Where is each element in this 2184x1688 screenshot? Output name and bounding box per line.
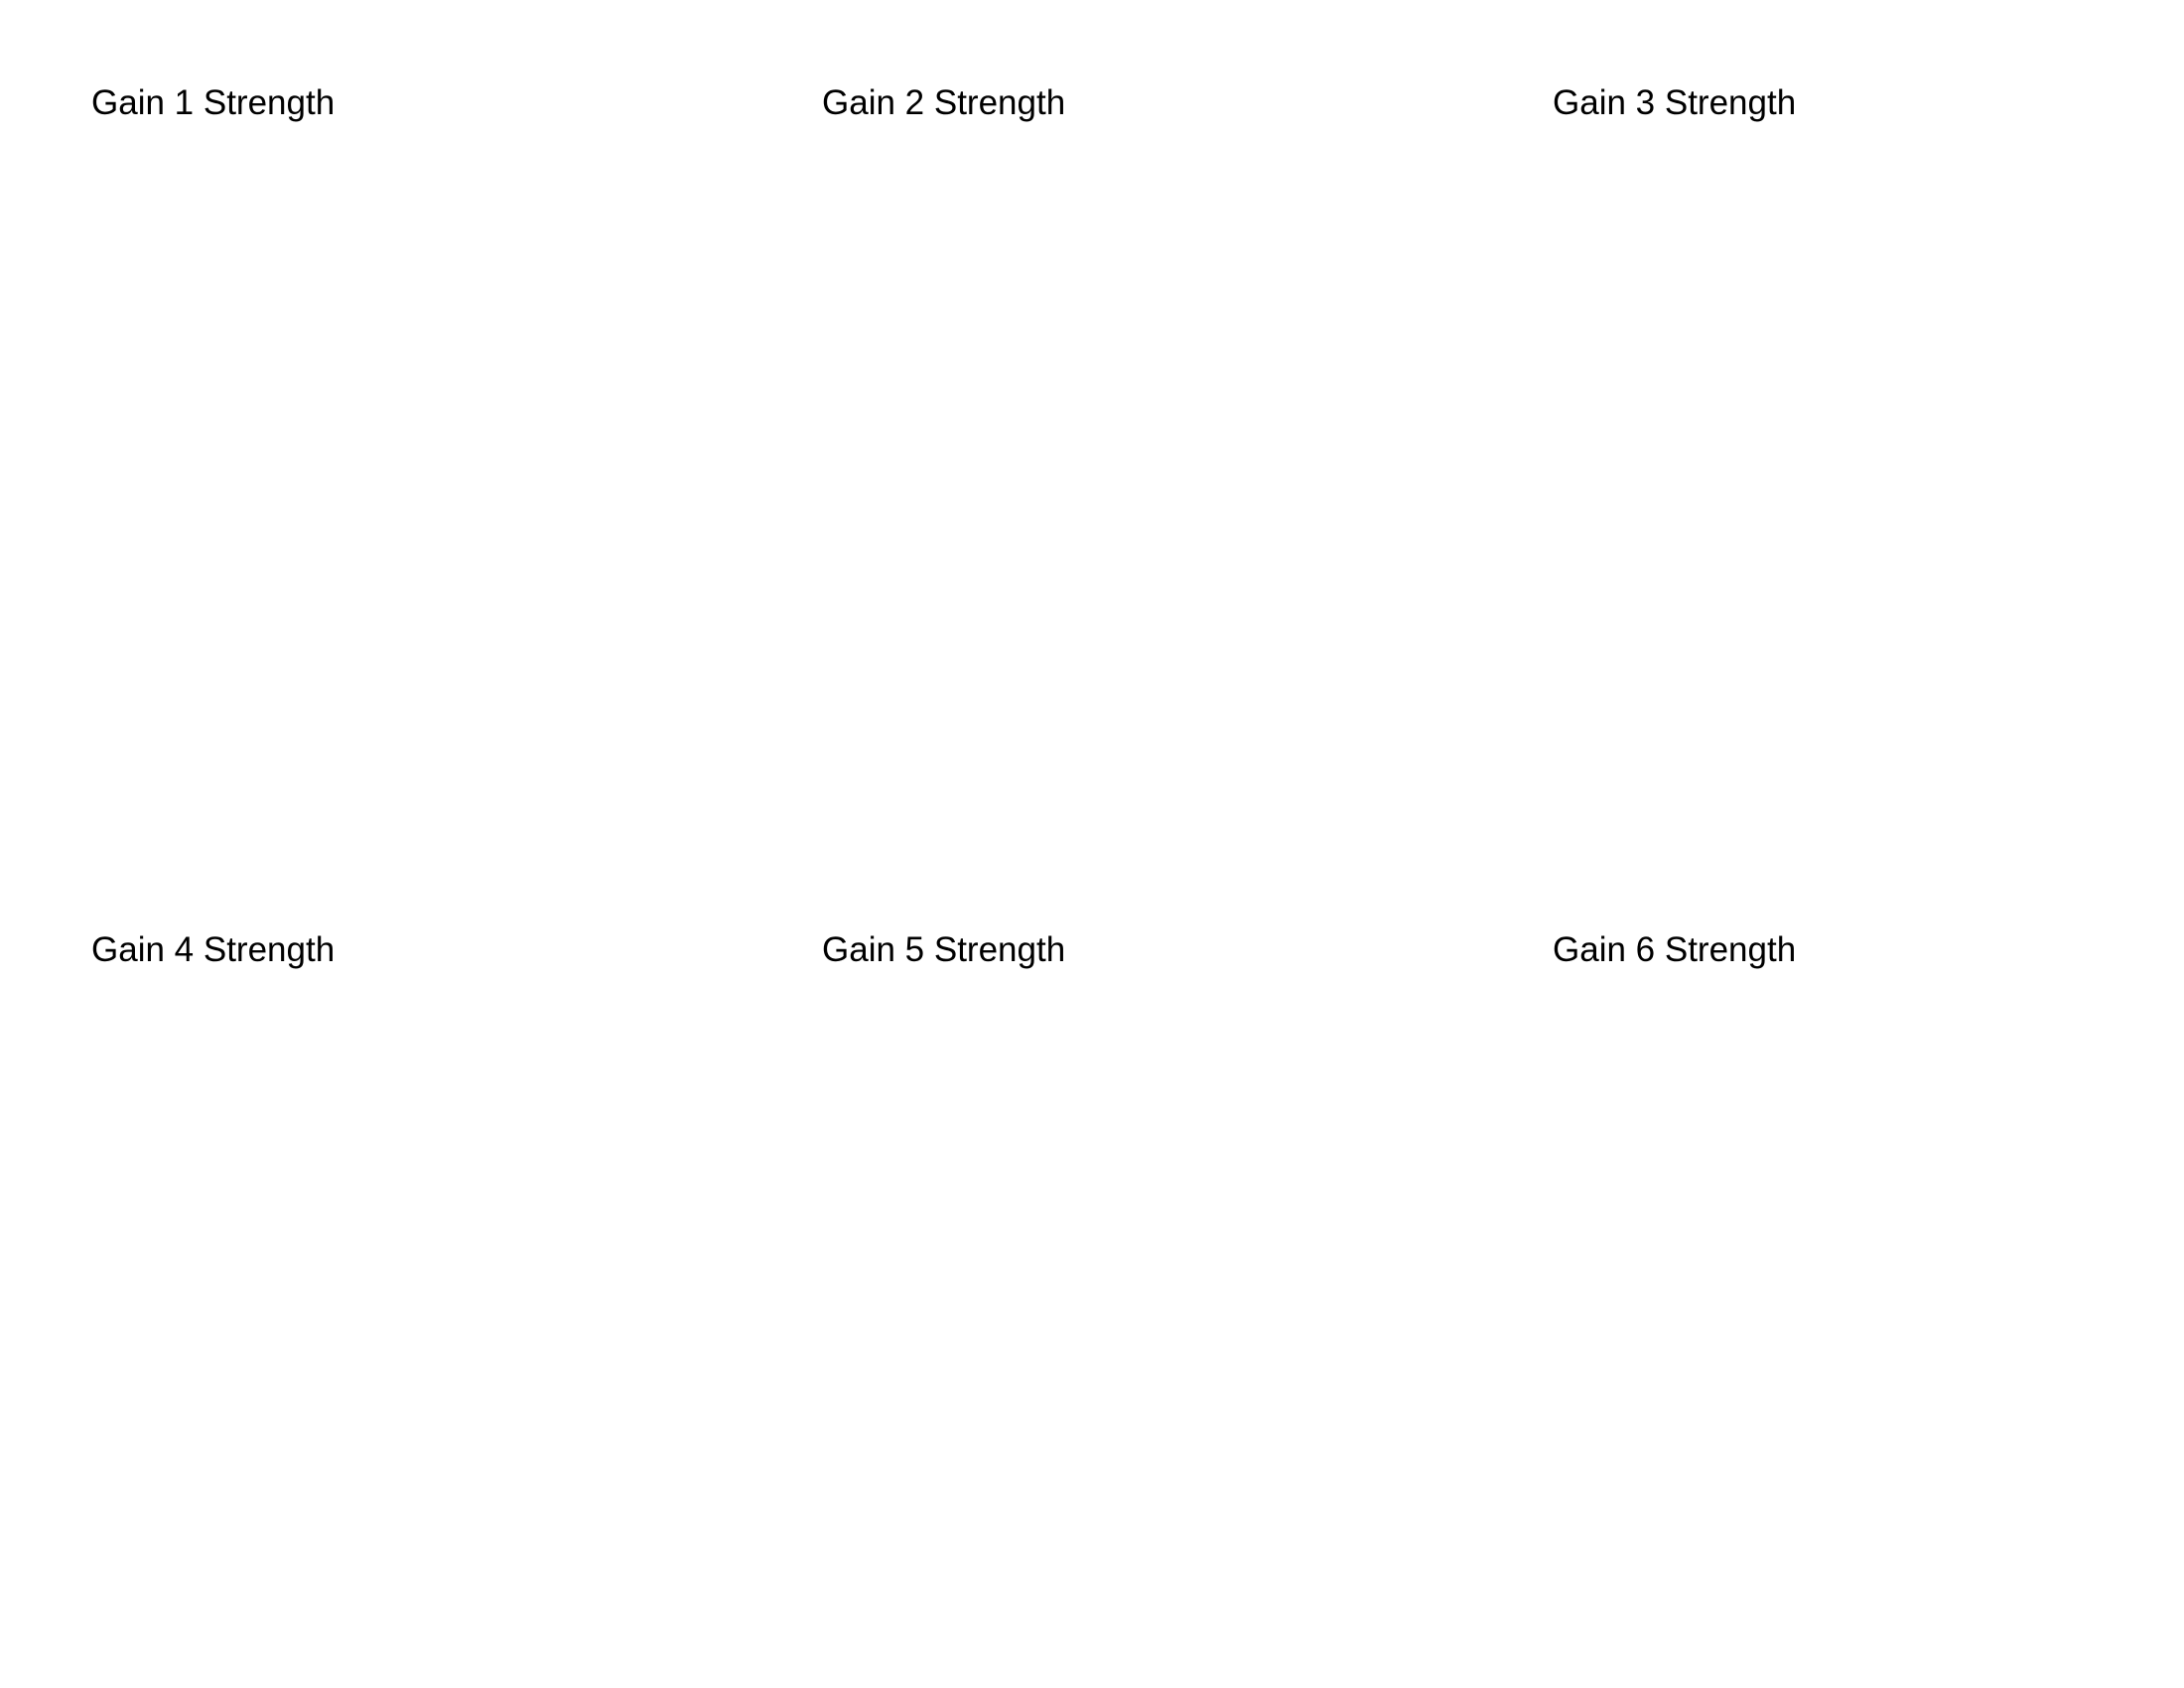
plot-area [1553, 141, 2184, 836]
chart-title: Gain 1 Strength [91, 83, 336, 122]
plot-area [1553, 988, 2184, 1683]
chart-panel-gain-2: Gain 2 Strength [822, 81, 1517, 836]
chart-panel-gain-1: Gain 1 Strength [91, 81, 786, 836]
chart-title: Gain 5 Strength [822, 930, 1066, 969]
chart-title: Gain 2 Strength [822, 83, 1066, 122]
chart-title: Gain 4 Strength [91, 930, 336, 969]
plot-area [822, 141, 1517, 836]
chart-title: Gain 6 Strength [1553, 930, 1797, 969]
chart-panel-gain-6: Gain 6 Strength [1553, 928, 2184, 1683]
chart-panel-gain-4: Gain 4 Strength [91, 928, 786, 1683]
chart-panel-gain-5: Gain 5 Strength [822, 928, 1517, 1683]
plot-area [91, 988, 786, 1683]
chart-title: Gain 3 Strength [1553, 83, 1797, 122]
plot-area [822, 988, 1517, 1683]
plot-area [91, 141, 786, 836]
chart-panel-gain-3: Gain 3 Strength [1553, 81, 2184, 836]
figure-page: Gain 1 Strength Gain 2 Strength Gain 3 S… [0, 0, 2184, 1688]
